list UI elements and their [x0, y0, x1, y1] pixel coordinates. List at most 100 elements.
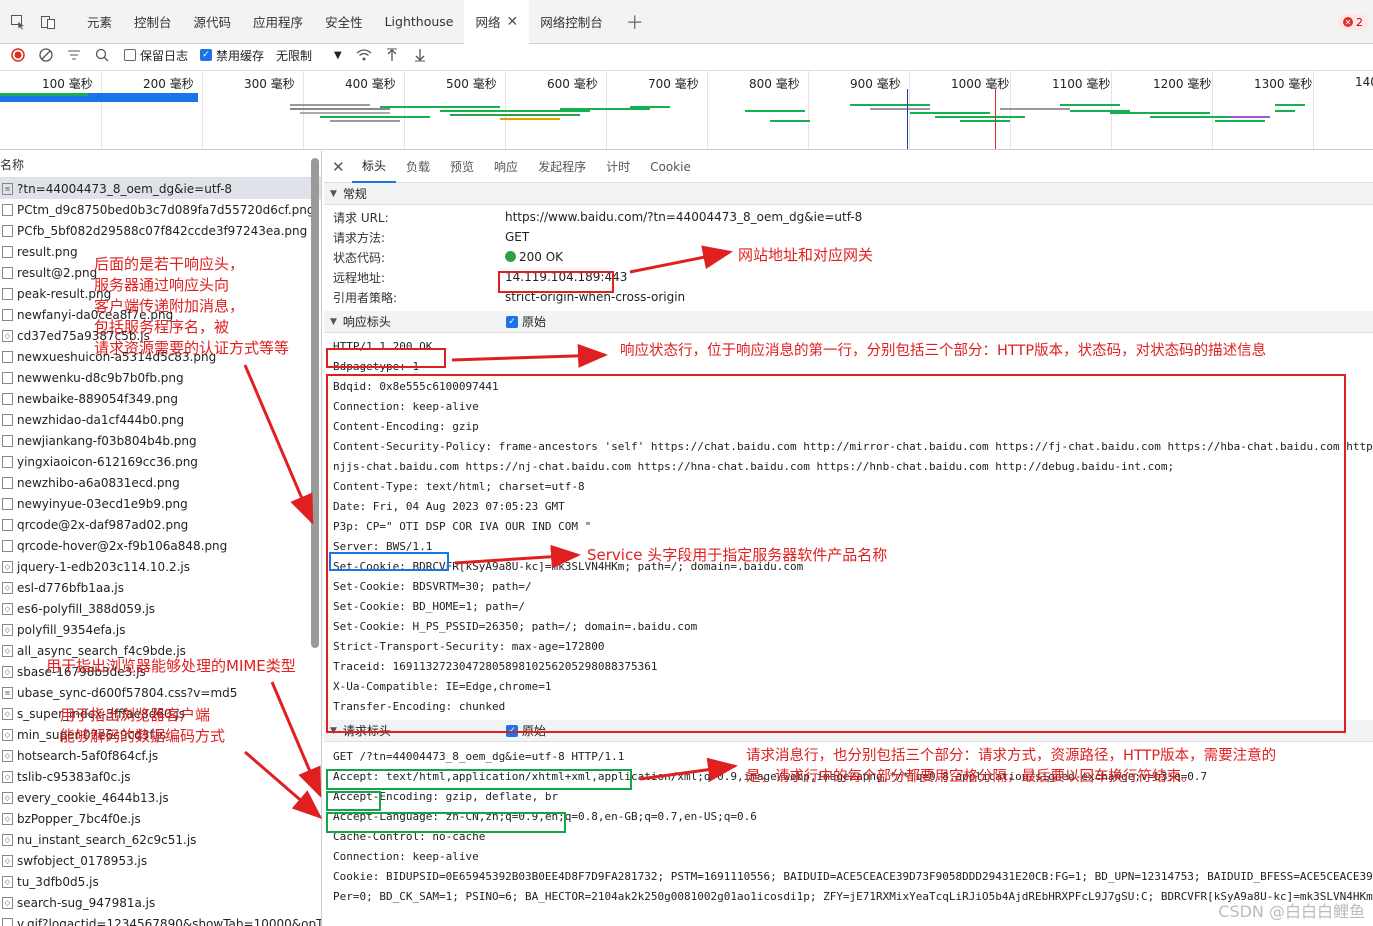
annotation-encoding: 用于指出浏览器客户端 能够解码的数据编码方式	[60, 705, 225, 747]
request-row[interactable]: ◇ jquery-1-edb203c114.10.2.js	[0, 556, 321, 577]
response-raw-checkbox[interactable]: ✓ 原始	[506, 313, 546, 330]
timeline-request-bar	[1275, 110, 1295, 112]
request-name: tslib-c95383af0c.js	[17, 769, 131, 784]
tab-5[interactable]: Lighthouse	[374, 0, 465, 44]
general-value: GET	[505, 230, 530, 244]
image-file-icon	[2, 518, 13, 531]
script-file-icon: ◇	[2, 896, 13, 909]
script-file-icon: ◇	[2, 770, 13, 783]
tab-0[interactable]: 元素	[76, 0, 123, 44]
export-har-icon[interactable]	[410, 45, 430, 65]
request-row[interactable]: newwenku-d8c9b7b0fb.png	[0, 367, 321, 388]
request-row[interactable]: ◇ nu_instant_search_62c9c51.js	[0, 829, 321, 850]
tab-label: 控制台	[134, 15, 172, 30]
request-row[interactable]: qrcode-hover@2x-f9b106a848.png	[0, 535, 321, 556]
request-name: qrcode-hover@2x-f9b106a848.png	[17, 538, 228, 553]
request-row[interactable]: newjiankang-f03b804b4b.png	[0, 430, 321, 451]
request-row[interactable]: ≡ ubase_sync-d600f57804.css?v=md5	[0, 682, 321, 703]
search-icon[interactable]	[92, 45, 112, 65]
detail-tab-1[interactable]: 负载	[396, 151, 440, 183]
detail-tab-5[interactable]: 计时	[596, 151, 640, 183]
request-row[interactable]: newyinyue-03ecd1e9b9.png	[0, 493, 321, 514]
general-key: 状态代码:	[333, 250, 386, 265]
tab-1[interactable]: 控制台	[123, 0, 183, 44]
request-name: nu_instant_search_62c9c51.js	[17, 832, 197, 847]
tab-7[interactable]: 网络控制台	[529, 0, 614, 44]
request-row[interactable]: newzhibo-a6a0831ecd.png	[0, 472, 321, 493]
timeline-request-bar	[320, 116, 430, 118]
preserve-log-checkbox[interactable]: 保留日志	[124, 47, 188, 64]
timeline-gridline	[101, 71, 102, 149]
tab-3[interactable]: 应用程序	[242, 0, 314, 44]
request-name: hotsearch-5af0f864cf.js	[17, 748, 159, 763]
annotation-site: 网站地址和对应网关	[738, 246, 874, 264]
request-row[interactable]: ◇ every_cookie_4644b13.js	[0, 787, 321, 808]
image-file-icon	[2, 434, 13, 447]
detail-tab-list: 标头 负载 预览 响应 发起程序 计时 Cookie	[352, 151, 701, 183]
request-list-scrollbar[interactable]	[311, 158, 319, 648]
response-headers-section-header[interactable]: ▼ 响应标头 ✓ 原始	[324, 311, 1373, 333]
timeline-tick: 900 毫秒	[850, 77, 901, 91]
clear-icon[interactable]	[36, 45, 56, 65]
detail-tab-4[interactable]: 发起程序	[528, 151, 596, 183]
request-row[interactable]: PCfb_5bf082d29588c07f842ccde3f97243ea.pn…	[0, 220, 321, 241]
detail-tab-6[interactable]: Cookie	[640, 151, 701, 183]
name-column-header[interactable]: 名称	[0, 151, 321, 178]
error-count: 2	[1356, 15, 1363, 29]
script-file-icon: ◇	[2, 749, 13, 762]
filter-icon[interactable]	[64, 45, 84, 65]
request-row[interactable]: newbaike-889054f349.png	[0, 388, 321, 409]
request-name: polyfill_9354efa.js	[17, 622, 126, 637]
import-har-icon[interactable]	[382, 45, 402, 65]
image-file-icon	[2, 224, 13, 237]
request-row[interactable]: ◇ polyfill_9354efa.js	[0, 619, 321, 640]
detail-tab-2[interactable]: 预览	[440, 151, 484, 183]
close-tab-icon[interactable]: ✕	[506, 14, 518, 30]
annotation-line: 请求资源需要的认证方式等等	[94, 339, 290, 357]
request-name: search-sug_947981a.js	[17, 895, 156, 910]
add-tab-icon[interactable]: ＋	[626, 9, 644, 35]
detail-tab-0[interactable]: 标头	[352, 151, 397, 183]
general-section-header[interactable]: ▼ 常规	[324, 183, 1373, 205]
inspect-icon[interactable]	[6, 10, 30, 34]
timeline-gridline	[1313, 71, 1314, 149]
request-row[interactable]: ◇ search-sug_947981a.js	[0, 892, 321, 913]
detail-tab-3[interactable]: 响应	[484, 151, 528, 183]
image-file-icon	[2, 308, 13, 321]
timeline-request-bar	[0, 93, 88, 96]
annotation-mime: 用于指出浏览器能够处理的MIME类型	[46, 657, 296, 675]
request-row[interactable]: ◇ bzPopper_7bc4f0e.js	[0, 808, 321, 829]
network-conditions-icon[interactable]	[354, 45, 374, 65]
timeline-tick: 100 毫秒	[42, 77, 93, 91]
throttle-select[interactable]: 无限制 ▼	[276, 47, 342, 64]
request-row[interactable]: ≡ ?tn=44004473_8_oem_dg&ie=utf-8	[0, 178, 321, 199]
request-row[interactable]: ◇ tslib-c95383af0c.js	[0, 766, 321, 787]
tab-4[interactable]: 安全性	[314, 0, 374, 44]
watermark: CSDN @白白白鲤鱼	[1218, 902, 1365, 921]
request-row[interactable]: PCtm_d9c8750bed0b3c7d089fa7d55720d6cf.pn…	[0, 199, 321, 220]
timeline-request-bar	[870, 108, 930, 110]
network-timeline-overview[interactable]: 100 毫秒 200 毫秒 300 毫秒 400 毫秒 500 毫秒 600 毫秒 700 …	[0, 70, 1373, 150]
script-file-icon: ◇	[2, 812, 13, 825]
request-row[interactable]: ◇ swfobject_0178953.js	[0, 850, 321, 871]
error-count-badge[interactable]: ✕ 2	[1337, 14, 1369, 30]
tab-2[interactable]: 源代码	[183, 0, 243, 44]
request-row[interactable]: ◇ hotsearch-5af0f864cf.js	[0, 745, 321, 766]
request-name: PCfb_5bf082d29588c07f842ccde3f97243ea.pn…	[17, 223, 308, 238]
request-row[interactable]: newzhidao-da1cf444b0.png	[0, 409, 321, 430]
close-icon[interactable]: ✕	[332, 158, 352, 176]
tab-label: 安全性	[325, 15, 363, 30]
request-row[interactable]: ◇ es6-polyfill_388d059.js	[0, 598, 321, 619]
device-toggle-icon[interactable]	[36, 10, 60, 34]
disable-cache-checkbox[interactable]: ✓ 禁用缓存	[200, 47, 264, 64]
request-row[interactable]: v.gif?logactid=1234567890&showTab=10000&…	[0, 913, 321, 926]
request-row[interactable]: qrcode@2x-daf987ad02.png	[0, 514, 321, 535]
request-row[interactable]: ◇ esl-d776bfb1aa.js	[0, 577, 321, 598]
script-file-icon: ◇	[2, 833, 13, 846]
tab-6[interactable]: 网络 ✕	[464, 0, 530, 44]
request-row[interactable]: ◇ tu_3dfb0d5.js	[0, 871, 321, 892]
request-name: result.png	[17, 244, 78, 259]
request-row[interactable]: yingxiaoicon-612169cc36.png	[0, 451, 321, 472]
record-icon[interactable]	[8, 45, 28, 65]
request-name: qrcode@2x-daf987ad02.png	[17, 517, 189, 532]
